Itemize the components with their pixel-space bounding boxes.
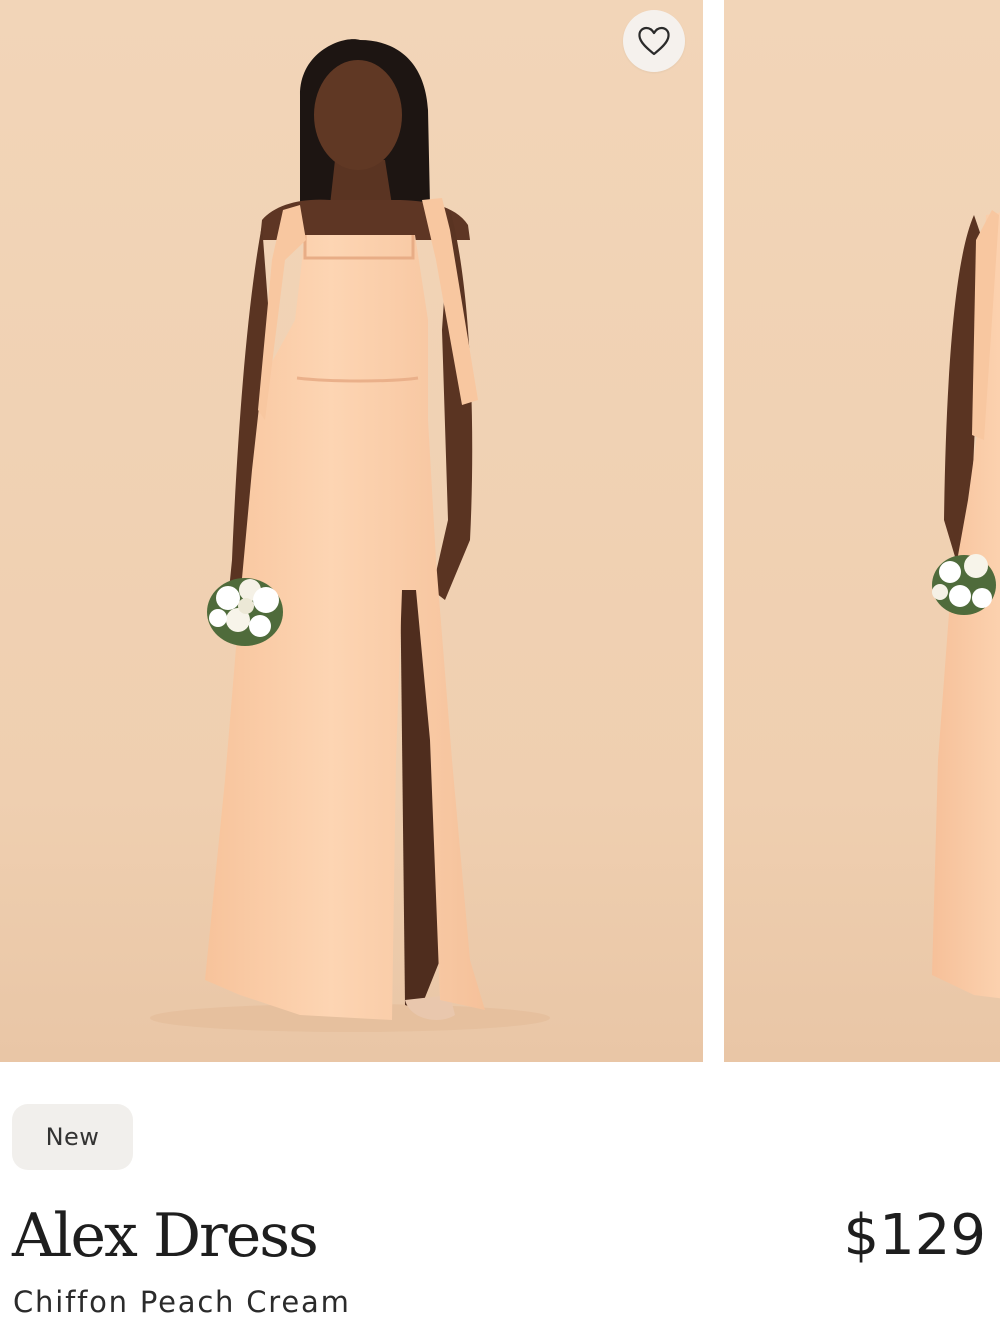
product-name[interactable]: Alex Dress [12, 1196, 319, 1276]
model-in-dress-illustration [0, 0, 703, 1062]
product-photo-side[interactable] [724, 0, 1000, 1062]
new-badge: New [12, 1104, 133, 1170]
model-side-view-illustration [724, 0, 1000, 1062]
favorite-button[interactable] [623, 10, 685, 72]
product-price: $129 [843, 1203, 986, 1268]
product-image-carousel[interactable] [0, 0, 1000, 1062]
product-card: New Alex Dress Chiffon Peach Cream $129 [0, 0, 1000, 1333]
product-variant: Chiffon Peach Cream [13, 1285, 351, 1319]
heart-outline-icon [638, 26, 670, 56]
product-photo-front[interactable] [0, 0, 703, 1062]
bouquet [207, 578, 283, 646]
